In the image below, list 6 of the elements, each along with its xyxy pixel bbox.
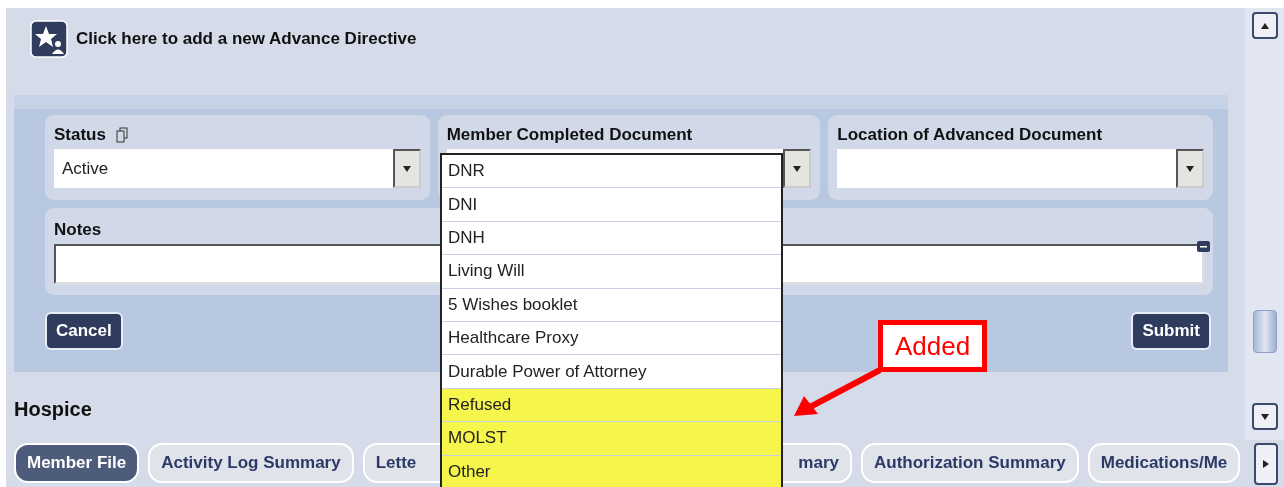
field-label: Member Completed Document bbox=[446, 125, 693, 145]
field-label: Notes bbox=[54, 220, 102, 240]
annotation-callout: Added bbox=[878, 320, 987, 372]
field-label: Status bbox=[54, 125, 106, 145]
section-title: Hospice bbox=[14, 398, 92, 421]
field-label: Location of Advanced Document bbox=[837, 125, 1103, 145]
